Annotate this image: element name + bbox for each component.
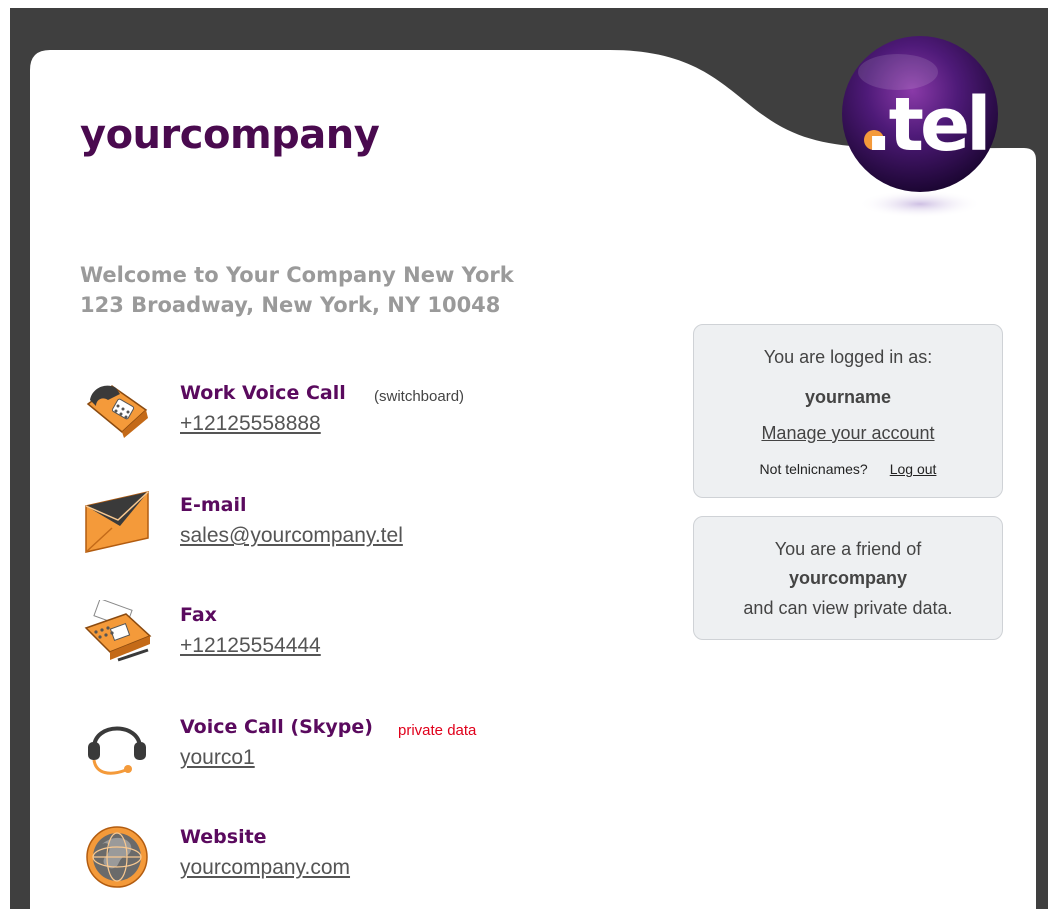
- website-link[interactable]: yourcompany.com: [180, 856, 350, 880]
- logo-text: .tel: [864, 82, 987, 168]
- welcome-line: Welcome to Your Company New York: [80, 263, 514, 287]
- contact-label: Voice Call (Skype): [180, 716, 373, 738]
- contact-label: Fax: [180, 604, 217, 626]
- login-status-title: You are logged in as:: [763, 347, 933, 367]
- envelope-icon: [85, 491, 149, 553]
- headset-icon: [88, 726, 146, 775]
- address-line: 123 Broadway, New York, NY 10048: [80, 293, 501, 317]
- fax-link[interactable]: +12125554444: [180, 634, 321, 658]
- contact-label: Work Voice Call: [180, 382, 346, 404]
- fax-icon: [84, 600, 152, 662]
- login-status-box: You are logged in as: yourname Manage yo…: [693, 324, 1003, 498]
- contact-label: Website: [180, 826, 267, 848]
- username: yourname: [804, 387, 892, 407]
- friend-permission: and can view private data.: [743, 598, 953, 618]
- contact-note: (switchboard): [374, 388, 465, 405]
- manage-account-link[interactable]: Manage your account: [761, 423, 934, 443]
- contact-item-website: Website yourcompany.com: [82, 822, 642, 894]
- friend-status-box: You are a friend of yourcompany and can …: [693, 516, 1003, 640]
- contact-item-skype: Voice Call (Skype) private data yourco1: [82, 712, 642, 784]
- friend-line: You are a friend of: [774, 539, 922, 559]
- logout-row: Not telnicnames? Log out: [694, 461, 1002, 477]
- phone-icon: [86, 385, 148, 438]
- logout-link[interactable]: Log out: [890, 461, 937, 477]
- tel-logo: .tel: [842, 36, 998, 218]
- not-user-text: Not telnicnames?: [759, 461, 868, 477]
- private-data-badge: private data: [398, 722, 477, 739]
- contact-item-fax: Fax +12125554444: [82, 600, 642, 672]
- globe-icon: [86, 826, 148, 888]
- friend-company: yourcompany: [788, 568, 908, 588]
- phone-link[interactable]: +12125558888: [180, 412, 321, 436]
- contact-label: E-mail: [180, 494, 247, 516]
- welcome-block: Welcome to Your Company New York 123 Bro…: [80, 260, 514, 320]
- skype-link[interactable]: yourco1: [180, 746, 255, 770]
- company-title: yourcompany: [80, 112, 380, 158]
- contact-item-email: E-mail sales@yourcompany.tel: [82, 490, 642, 562]
- email-link[interactable]: sales@yourcompany.tel: [180, 524, 403, 548]
- contact-item-work-voice: Work Voice Call (switchboard) +121255588…: [82, 378, 642, 450]
